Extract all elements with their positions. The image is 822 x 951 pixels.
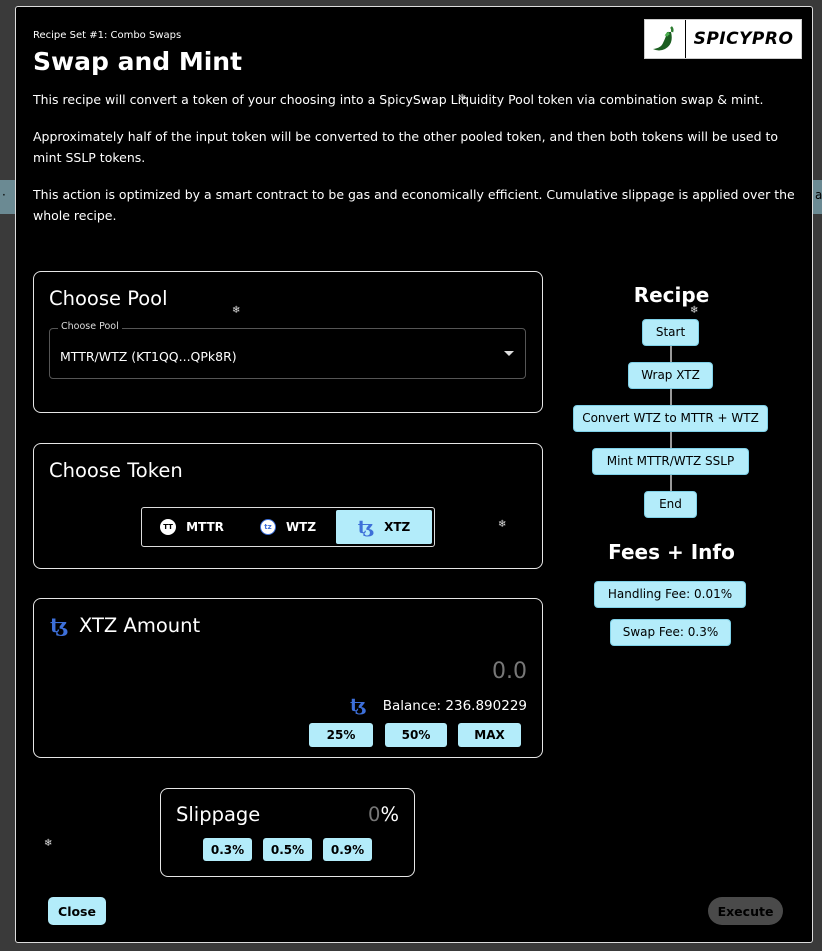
amount-max-button[interactable]: MAX [458,723,521,747]
token-option-xtz[interactable]: ꜩ XTZ [336,510,432,544]
tezos-icon: ꜩ [350,695,367,716]
slippage-option-0-3[interactable]: 0.3% [203,838,252,861]
spicypro-logo: SPICYPRO [644,19,802,59]
recipe-connector [670,346,672,362]
recipe-step-convert: Convert WTZ to MTTR + WTZ [573,405,768,432]
amount-25-percent-button[interactable]: 25% [309,723,373,747]
slippage-value: 0 [368,803,381,826]
token-option-label: WTZ [285,520,317,534]
slippage-option-0-5[interactable]: 0.5% [263,838,312,861]
slippage-value-display[interactable]: 0% [368,803,399,826]
wtz-token-icon: tz [259,519,276,535]
sparkle-icon: ❄ [44,838,53,849]
background-tab-left-glyph: · [2,188,6,202]
execute-button[interactable]: Execute [708,897,783,925]
description-paragraph-3: This action is optimized by a smart cont… [33,187,795,223]
background-tab-left: · [0,180,15,214]
recipe-connector [670,432,672,448]
slippage-card: Slippage 0% 0.3% 0.5% 0.9% [160,788,415,877]
token-option-mttr[interactable]: TT MTTR [144,510,240,544]
recipe-step-start: Start [642,319,699,346]
description-paragraph-1: This recipe will convert a token of your… [33,92,764,107]
caret-down-icon[interactable] [504,351,514,356]
token-option-label: XTZ [384,520,411,534]
mttr-token-icon: TT [160,519,177,535]
amount-card: ꜩ XTZ Amount 0.0 ꜩ Balance: 236.890229 2… [33,598,543,758]
handling-fee-badge: Handling Fee: 0.01% [594,581,746,608]
sparkle-icon: ❄ [498,519,507,530]
pool-select-value: MTTR/WTZ (KT1QQ...QPk8R) [60,349,237,364]
choose-pool-card: Choose Pool Choose Pool MTTR/WTZ (KT1QQ.… [33,271,543,413]
sparkle-icon: ❄ [690,305,699,316]
description-paragraph-2: Approximately half of the input token wi… [33,129,779,165]
tezos-icon: ꜩ [357,516,375,538]
recipe-step-mint: Mint MTTR/WTZ SSLP [592,448,749,475]
slippage-title: Slippage [176,803,261,826]
slippage-option-0-9[interactable]: 0.9% [323,838,372,861]
tezos-icon: ꜩ [50,613,69,637]
background-tab-right-glyph: a [815,188,822,202]
logo-wordmark: SPICYPRO [693,29,794,49]
chili-pepper-icon [645,20,686,58]
close-button[interactable]: Close [48,897,106,925]
recipe-step-end: End [644,491,697,518]
amount-input[interactable]: 0.0 [492,659,527,684]
token-option-wtz[interactable]: tz WTZ [240,510,336,544]
sparkle-icon: ❄ [232,305,241,316]
recipe-step-wrap-xtz: Wrap XTZ [628,362,713,389]
choose-pool-title: Choose Pool [49,287,168,310]
token-option-label: MTTR [186,520,224,534]
sparkle-icon: ❄ [458,93,467,104]
recipe-set-subtitle: Recipe Set #1: Combo Swaps [33,30,182,41]
token-toggle-group: TT MTTR tz WTZ ꜩ XTZ [141,507,435,547]
recipe-connector [670,389,672,405]
recipe-connector [670,475,672,491]
page-title: Swap and Mint [33,47,243,76]
choose-token-title: Choose Token [49,459,183,482]
balance-label: Balance: 236.890229 [382,698,527,714]
recipe-title: Recipe [633,283,710,307]
swap-fee-badge: Swap Fee: 0.3% [610,619,731,646]
amount-title: XTZ Amount [79,614,201,637]
pool-select-legend: Choose Pool [58,321,122,332]
fees-title: Fees + Info [608,540,735,564]
choose-token-card: Choose Token TT MTTR tz WTZ ꜩ XTZ [33,443,543,569]
swap-and-mint-modal: Recipe Set #1: Combo Swaps Swap and Mint… [15,6,813,943]
slippage-unit: % [380,803,399,826]
background-tab-right: a [813,180,822,214]
pool-select[interactable]: Choose Pool MTTR/WTZ (KT1QQ...QPk8R) [49,321,526,379]
amount-50-percent-button[interactable]: 50% [385,723,447,747]
